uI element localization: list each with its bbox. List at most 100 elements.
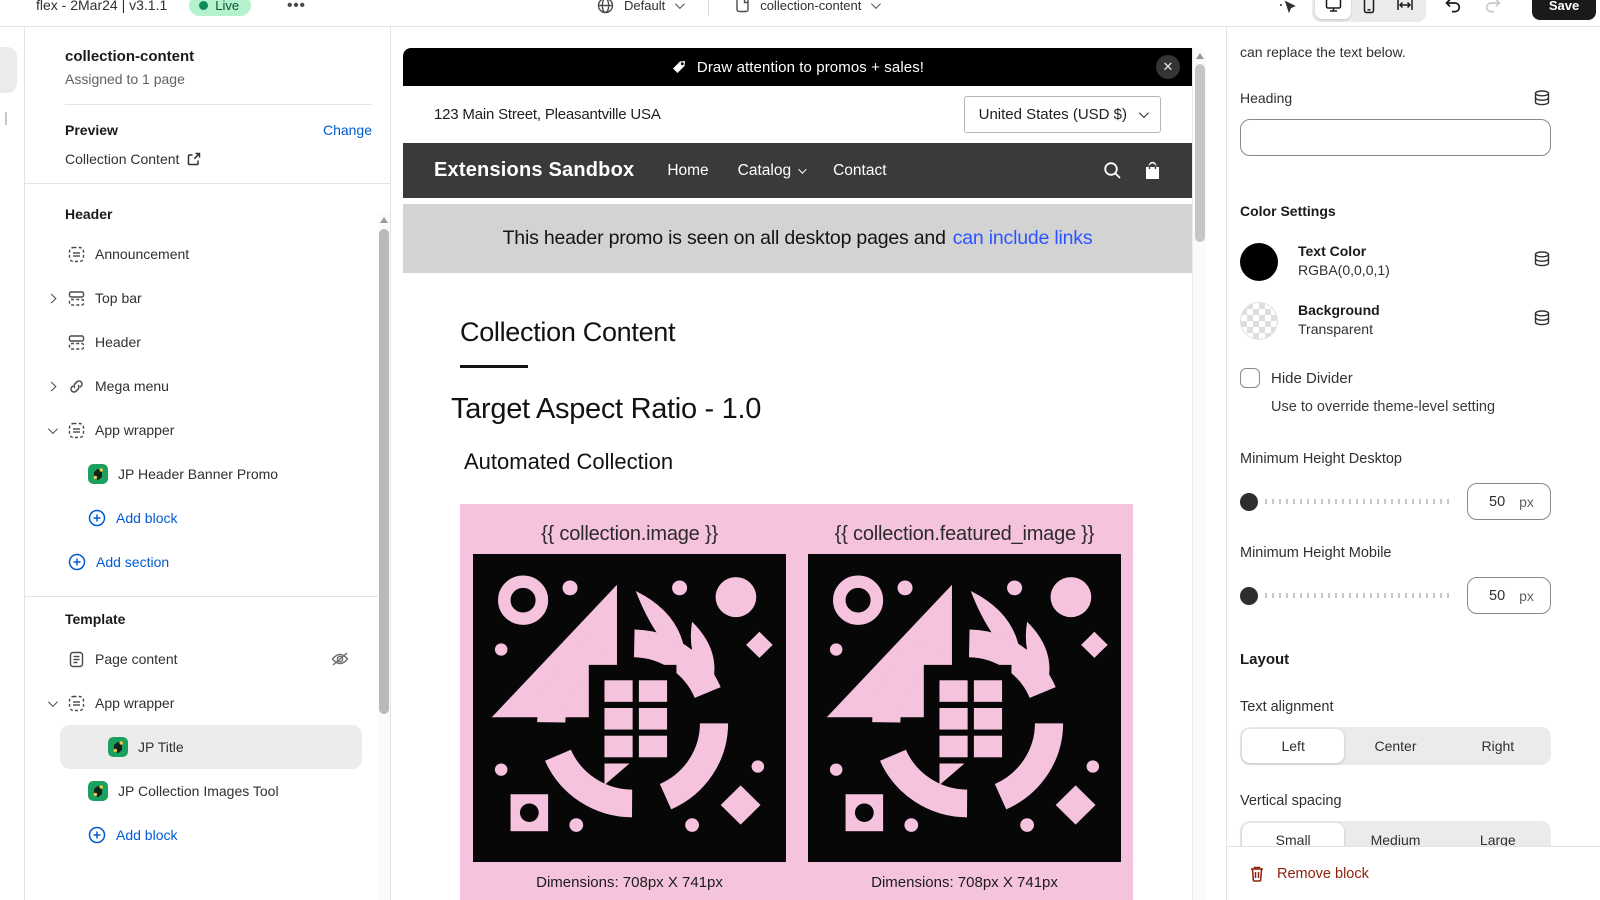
- heading-field-label: Heading: [1240, 90, 1293, 106]
- sidebar-item-announcement[interactable]: Announcement: [25, 232, 390, 276]
- promo-link[interactable]: can include links: [953, 227, 1093, 250]
- redo-button[interactable]: [1478, 0, 1510, 21]
- settings-footer: Remove block: [1227, 846, 1600, 900]
- cart-bag-icon[interactable]: [1144, 161, 1161, 180]
- image-dimensions-caption: Dimensions: 708px X 741px: [536, 874, 723, 891]
- slider-track[interactable]: [1265, 593, 1451, 598]
- sidebar-scrollbar[interactable]: [378, 213, 390, 900]
- store-brand[interactable]: Extensions Sandbox: [434, 159, 634, 182]
- background-color-swatch[interactable]: [1240, 302, 1278, 340]
- scrollbar-thumb[interactable]: [1195, 64, 1205, 242]
- scroll-up-arrow[interactable]: [380, 217, 388, 223]
- header-promo-bar: This header promo is seen on all desktop…: [403, 204, 1192, 273]
- tag-icon: [672, 61, 685, 73]
- desktop-view-button[interactable]: [1315, 0, 1351, 19]
- scrollbar-thumb[interactable]: [379, 229, 389, 714]
- mobile-view-button[interactable]: [1351, 0, 1387, 19]
- page-selector[interactable]: collection-content: [760, 0, 861, 13]
- scroll-up-arrow[interactable]: [1196, 53, 1204, 59]
- min-height-mobile-input[interactable]: [1484, 587, 1511, 604]
- page-icon: [736, 0, 749, 13]
- align-left-option[interactable]: Left: [1242, 729, 1345, 763]
- add-block-label: Add block: [116, 827, 178, 843]
- vertical-spacing-label: Vertical spacing: [1240, 793, 1342, 809]
- add-section-button[interactable]: Add section: [25, 540, 390, 584]
- sidebar-item-mega-menu[interactable]: Mega menu: [25, 364, 390, 408]
- aspect-ratio-heading: Target Aspect Ratio - 1.0: [451, 393, 762, 425]
- fullwidth-view-button[interactable]: [1387, 0, 1423, 19]
- text-color-swatch[interactable]: [1240, 243, 1278, 281]
- theme-name-label: flex - 2Mar24 | v3.1.1: [36, 0, 168, 13]
- text-color-value: RGBA(0,0,0,1): [1298, 262, 1390, 278]
- sidebar-item-label: JP Title: [138, 739, 184, 755]
- live-badge-label: Live: [215, 0, 240, 13]
- dynamic-source-icon[interactable]: [1533, 90, 1551, 106]
- min-height-mobile-box: px: [1467, 577, 1551, 614]
- slider-handle[interactable]: [1240, 492, 1258, 511]
- slider-handle[interactable]: [1240, 586, 1258, 605]
- chevron-down-icon[interactable]: [47, 423, 58, 434]
- heading-input[interactable]: [1240, 119, 1551, 156]
- preview-scrollbar[interactable]: [1192, 48, 1206, 900]
- nav-link-contact[interactable]: Contact: [833, 162, 886, 180]
- align-right-option[interactable]: Right: [1447, 729, 1549, 763]
- add-block-button-template[interactable]: Add block: [25, 813, 390, 857]
- add-section-label: Add section: [96, 554, 170, 570]
- dynamic-source-icon[interactable]: [1533, 310, 1551, 326]
- min-height-desktop-input[interactable]: [1484, 493, 1511, 510]
- preview-target-label[interactable]: Collection Content: [65, 151, 179, 167]
- chevron-down-icon: [675, 0, 686, 9]
- collection-images-panel: {{ collection.image }} Dimensions: 708px…: [460, 504, 1133, 900]
- template-assigned-label: Assigned to 1 page: [65, 71, 185, 87]
- section-icon: [68, 246, 85, 262]
- app-block-icon: [108, 737, 128, 757]
- inspector-icon[interactable]: [1278, 0, 1298, 15]
- change-preview-link[interactable]: Change: [323, 122, 372, 138]
- theme-preview: Draw attention to promos + sales! ✕ 123 …: [403, 48, 1206, 900]
- chevron-right-icon[interactable]: [46, 381, 57, 391]
- block-settings-panel: can replace the text below. Heading Colo…: [1226, 27, 1600, 900]
- background-label: Background: [1298, 302, 1380, 318]
- chevron-down-icon[interactable]: [47, 696, 58, 707]
- dynamic-source-icon[interactable]: [1533, 251, 1551, 267]
- chevron-right-icon[interactable]: [46, 293, 57, 303]
- sidebar-block-jp-title[interactable]: JP Title: [60, 725, 362, 769]
- hide-divider-checkbox[interactable]: [1240, 368, 1260, 388]
- sidebar-block-jp-collection-images-tool[interactable]: JP Collection Images Tool: [25, 769, 390, 813]
- sidebar-item-page-content[interactable]: Page content: [25, 637, 390, 681]
- theme-style-selector[interactable]: Default: [624, 0, 665, 13]
- slider-track[interactable]: [1265, 499, 1451, 504]
- save-button[interactable]: Save: [1532, 0, 1596, 20]
- nav-link-home[interactable]: Home: [667, 162, 708, 180]
- toolbar-divider: [708, 0, 710, 16]
- section-rows-icon: [68, 290, 85, 306]
- promo-text: This header promo is seen on all desktop…: [502, 227, 946, 249]
- more-actions-button[interactable]: •••: [287, 0, 306, 14]
- external-link-icon[interactable]: [187, 152, 201, 166]
- add-block-button-header[interactable]: Add block: [25, 496, 390, 540]
- sections-sidebar: collection-content Assigned to 1 page Pr…: [25, 27, 391, 900]
- sidebar-item-app-wrapper-header[interactable]: App wrapper: [25, 408, 390, 452]
- align-center-option[interactable]: Center: [1344, 729, 1446, 763]
- mobile-icon: [1363, 0, 1375, 13]
- text-alignment-label: Text alignment: [1240, 699, 1334, 715]
- search-icon[interactable]: [1103, 161, 1122, 180]
- app-block-icon: [88, 781, 108, 801]
- sidebar-item-top-bar[interactable]: Top bar: [25, 276, 390, 320]
- eye-slash-icon[interactable]: [331, 652, 349, 666]
- sidebar-block-jp-header-banner-promo[interactable]: JP Header Banner Promo: [25, 452, 390, 496]
- sidebar-item-header[interactable]: Header: [25, 320, 390, 364]
- store-topbar: 123 Main Street, Pleasantville USA Unite…: [403, 86, 1192, 143]
- close-icon[interactable]: ✕: [1156, 55, 1180, 79]
- remove-block-button[interactable]: Remove block: [1249, 865, 1369, 882]
- sidebar-item-app-wrapper-template[interactable]: App wrapper: [25, 681, 390, 725]
- country-selector[interactable]: United States (USD $): [963, 96, 1161, 133]
- collapse-panel-handle[interactable]: [0, 47, 17, 93]
- nav-link-catalog[interactable]: Catalog: [738, 162, 807, 180]
- background-value: Transparent: [1298, 321, 1373, 337]
- undo-icon: [1445, 0, 1461, 13]
- sidebar-item-label: Mega menu: [95, 378, 169, 394]
- section-icon: [68, 422, 85, 438]
- undo-button[interactable]: [1436, 0, 1468, 21]
- announcement-bar[interactable]: Draw attention to promos + sales! ✕: [403, 48, 1192, 86]
